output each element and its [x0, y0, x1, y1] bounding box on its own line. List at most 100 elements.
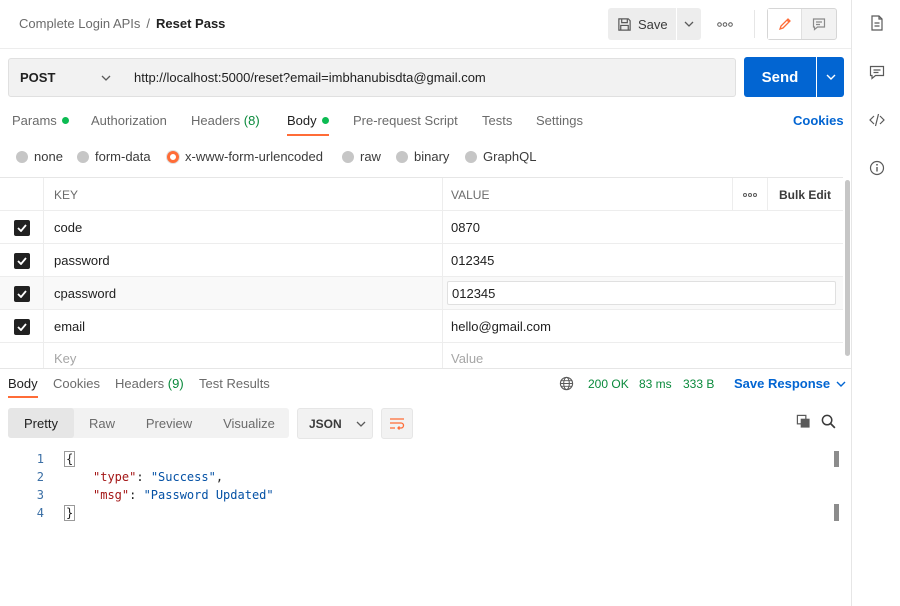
url-input[interactable]: http://localhost:5000/reset?email=imbhan… — [123, 58, 736, 97]
param-value-input[interactable]: 012345 — [447, 281, 836, 305]
active-tab-indicator — [287, 134, 329, 136]
row-checkbox[interactable] — [0, 277, 44, 310]
breadcrumb-collection[interactable]: Complete Login APIs — [19, 16, 140, 31]
comment-mode-button[interactable] — [802, 9, 836, 39]
method-label: POST — [20, 70, 56, 85]
documentation-icon[interactable] — [868, 14, 886, 32]
save-response-label: Save Response — [734, 376, 831, 391]
tab-settings-label: Settings — [536, 113, 583, 128]
body-type-raw-label: raw — [360, 149, 381, 164]
row-checkbox[interactable] — [0, 211, 44, 244]
response-divider — [0, 368, 851, 369]
body-type-raw[interactable]: raw — [342, 149, 381, 164]
row-checkbox[interactable] — [0, 244, 44, 277]
body-type-binary[interactable]: binary — [396, 149, 449, 164]
param-value[interactable]: 012345 — [443, 244, 733, 277]
code-icon[interactable] — [868, 111, 886, 129]
more-actions-button[interactable] — [712, 14, 738, 34]
wrap-lines-button[interactable] — [381, 408, 413, 439]
param-value[interactable]: hello@gmail.com — [443, 310, 733, 343]
url-text: http://localhost:5000/reset?email=imbhan… — [134, 70, 486, 85]
body-type-urlencoded[interactable]: x-www-form-urlencoded — [167, 149, 323, 164]
response-tab-cookies[interactable]: Cookies — [53, 376, 100, 391]
view-visualize-button[interactable]: Visualize — [210, 408, 288, 438]
copy-icon[interactable] — [796, 414, 811, 432]
line-number: 3 — [36, 488, 44, 502]
body-type-graphql-label: GraphQL — [483, 149, 537, 164]
body-type-binary-label: binary — [414, 149, 450, 164]
params-active-dot — [61, 117, 69, 124]
header-divider-line — [0, 48, 851, 49]
save-button[interactable]: Save — [608, 8, 676, 40]
send-label: Send — [761, 68, 799, 86]
response-time[interactable]: 83 ms — [639, 377, 672, 391]
json-key: "msg" — [93, 488, 130, 502]
edit-mode-button[interactable] — [768, 9, 802, 39]
code-line: { — [64, 450, 76, 468]
param-key[interactable]: email — [44, 310, 443, 343]
save-options-button[interactable] — [677, 8, 701, 40]
tab-authorization[interactable]: Authorization — [91, 113, 167, 128]
right-sidebar — [851, 0, 900, 606]
chevron-down-icon — [826, 74, 835, 80]
more-icon — [743, 192, 757, 197]
send-button[interactable]: Send — [744, 57, 816, 97]
new-key-input[interactable]: Key — [44, 343, 443, 368]
param-key[interactable]: cpassword — [44, 277, 443, 310]
globe-icon[interactable] — [559, 376, 574, 394]
new-value-input[interactable]: Value — [443, 343, 733, 368]
search-icon[interactable] — [821, 414, 836, 432]
tab-authorization-label: Authorization — [91, 113, 167, 128]
save-label: Save — [638, 16, 668, 32]
method-select[interactable]: POST — [8, 58, 124, 97]
response-tab-headers-count: (9) — [167, 376, 184, 391]
tab-body[interactable]: Body — [287, 113, 329, 128]
body-type-graphql[interactable]: GraphQL — [465, 149, 536, 164]
tab-headers[interactable]: Headers (8) — [191, 113, 260, 128]
response-view-toggle: Pretty Raw Preview Visualize — [8, 408, 289, 438]
tab-pre-request-script[interactable]: Pre-request Script — [353, 113, 458, 128]
breadcrumb-separator: / — [146, 16, 151, 31]
editor-scroll-marker — [834, 504, 839, 521]
radio-circle — [396, 150, 408, 163]
tab-tests[interactable]: Tests — [482, 113, 512, 128]
tab-settings[interactable]: Settings — [536, 113, 583, 128]
param-key[interactable]: password — [44, 244, 443, 277]
pencil-icon — [778, 18, 791, 31]
params-scrollbar[interactable] — [845, 180, 850, 356]
tab-params[interactable]: Params — [12, 113, 69, 128]
response-tab-headers[interactable]: Headers (9) — [115, 376, 184, 391]
info-icon[interactable] — [868, 159, 886, 177]
row-checkbox-empty — [0, 343, 44, 368]
table-options-button[interactable] — [732, 178, 768, 211]
params-table: KEY VALUE Bulk Edit code 0870 password 0… — [0, 177, 843, 368]
view-preview-button[interactable]: Preview — [132, 408, 206, 438]
response-tab-body[interactable]: Body — [8, 376, 38, 391]
send-options-button[interactable] — [817, 57, 844, 97]
cookies-link[interactable]: Cookies — [793, 113, 844, 128]
radio-circle — [77, 150, 89, 163]
table-row: password 012345 — [0, 244, 843, 277]
save-icon — [618, 17, 631, 31]
response-size[interactable]: 333 B — [683, 377, 714, 391]
view-pretty-button[interactable]: Pretty — [8, 408, 74, 438]
response-status[interactable]: 200 OK — [588, 377, 629, 391]
code-line: } — [64, 504, 76, 522]
active-response-tab-indicator — [8, 396, 38, 398]
body-type-form-data[interactable]: form-data — [77, 149, 151, 164]
view-raw-button[interactable]: Raw — [74, 408, 130, 438]
chevron-down-icon — [836, 381, 846, 387]
format-select[interactable]: JSON — [297, 408, 373, 439]
param-key[interactable]: code — [44, 211, 443, 244]
row-checkbox[interactable] — [0, 310, 44, 343]
table-row: cpassword 012345 — [0, 277, 843, 310]
save-response-button[interactable]: Save Response — [734, 376, 846, 391]
format-label: JSON — [309, 416, 342, 431]
json-brace-close: } — [64, 505, 76, 521]
response-tab-test-results[interactable]: Test Results — [199, 376, 270, 391]
request-title[interactable]: Reset Pass — [156, 16, 225, 31]
bulk-edit-button[interactable]: Bulk Edit — [779, 178, 831, 211]
comment-icon[interactable] — [868, 63, 886, 81]
body-type-none[interactable]: none — [16, 149, 63, 164]
param-value[interactable]: 0870 — [443, 211, 733, 244]
